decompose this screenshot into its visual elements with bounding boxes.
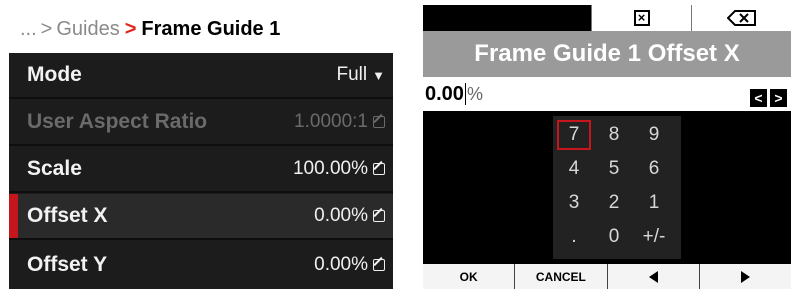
entry-unit: % [466, 83, 483, 104]
scale-label: Scale [27, 157, 82, 180]
scale-value-text: 100.00% [292, 158, 368, 179]
mode-value[interactable]: Full ▼ [337, 64, 386, 86]
dropdown-caret-icon: ▼ [372, 67, 385, 83]
keypad-top-bar: × [423, 5, 791, 31]
offset-x-keypad-screen: × Frame Guide 1 Offset X 0.00 % < > 7 8 … [423, 5, 791, 289]
right-triangle-icon [740, 270, 750, 283]
offset-y-label: Offset Y [27, 253, 108, 276]
offset-x-label: Offset X [27, 204, 108, 227]
key-2[interactable]: 2 [597, 188, 631, 218]
cancel-button[interactable]: CANCEL [515, 264, 608, 289]
breadcrumb-sep-2: > [124, 17, 137, 40]
backspace-icon [726, 10, 757, 26]
edit-icon [373, 116, 385, 128]
breadcrumb-sep-1: > [40, 17, 53, 40]
text-cursor [464, 83, 466, 105]
user-aspect-ratio-label: User Aspect Ratio [27, 110, 208, 133]
cursor-left-button[interactable]: < [750, 89, 767, 107]
left-triangle-icon [648, 270, 658, 283]
selection-indicator [9, 194, 18, 238]
offset-x-value-text: 0.00% [314, 205, 368, 226]
key-6[interactable]: 6 [637, 154, 671, 184]
offset-y-value[interactable]: 0.00% [314, 254, 385, 276]
edit-icon [373, 163, 385, 175]
menu-row-mode[interactable]: Mode Full ▼ [9, 53, 393, 99]
breadcrumb-guides[interactable]: Guides [56, 18, 119, 41]
key-9[interactable]: 9 [637, 120, 671, 150]
menu-row-offset-y[interactable]: Offset Y 0.00% [9, 241, 393, 289]
numeric-keypad: 7 8 9 4 5 6 3 2 1 . 0 +/- [553, 116, 681, 259]
clear-x-icon: × [633, 10, 650, 26]
key-plus-minus[interactable]: +/- [637, 222, 671, 252]
mode-label: Mode [27, 63, 82, 86]
key-7[interactable]: 7 [557, 120, 591, 150]
edit-icon [373, 259, 385, 271]
scale-value[interactable]: 100.00% [293, 158, 385, 180]
edit-icon [373, 210, 385, 222]
key-3[interactable]: 3 [557, 188, 591, 218]
entry-value: 0.00 [425, 82, 464, 105]
offset-y-value-text: 0.00% [314, 254, 368, 275]
mode-value-text: Full [336, 64, 368, 85]
breadcrumb-current: Frame Guide 1 [141, 17, 281, 40]
cursor-right-button[interactable]: > [770, 89, 787, 107]
left-softkey-button[interactable] [607, 264, 700, 289]
value-entry-field[interactable]: 0.00 % [423, 77, 791, 111]
breadcrumb-ellipsis[interactable]: ... [20, 18, 37, 41]
menu-row-user-aspect-ratio: User Aspect Ratio 1.0000:1 [9, 100, 393, 146]
breadcrumb: ... > Guides > Frame Guide 1 [9, 5, 393, 53]
clear-button[interactable]: × [591, 5, 691, 31]
frame-guide-menu: ... > Guides > Frame Guide 1 Mode Full ▼… [9, 5, 393, 289]
key-4[interactable]: 4 [557, 154, 591, 184]
softkey-bar: OK CANCEL [423, 264, 791, 289]
key-0[interactable]: 0 [597, 222, 631, 252]
keypad-title: Frame Guide 1 Offset X [423, 31, 791, 77]
key-1[interactable]: 1 [637, 188, 671, 218]
offset-x-value[interactable]: 0.00% [314, 205, 385, 227]
ok-button[interactable]: OK [423, 264, 516, 289]
user-aspect-ratio-value: 1.0000:1 [294, 111, 385, 133]
menu-row-scale[interactable]: Scale 100.00% [9, 147, 393, 193]
user-aspect-ratio-value-text: 1.0000:1 [294, 111, 368, 132]
key-5[interactable]: 5 [597, 154, 631, 184]
menu-row-offset-x[interactable]: Offset X 0.00% [9, 194, 393, 240]
backspace-button[interactable] [691, 5, 791, 31]
key-8[interactable]: 8 [597, 120, 631, 150]
key-decimal[interactable]: . [557, 222, 591, 252]
right-softkey-button[interactable] [699, 264, 791, 289]
